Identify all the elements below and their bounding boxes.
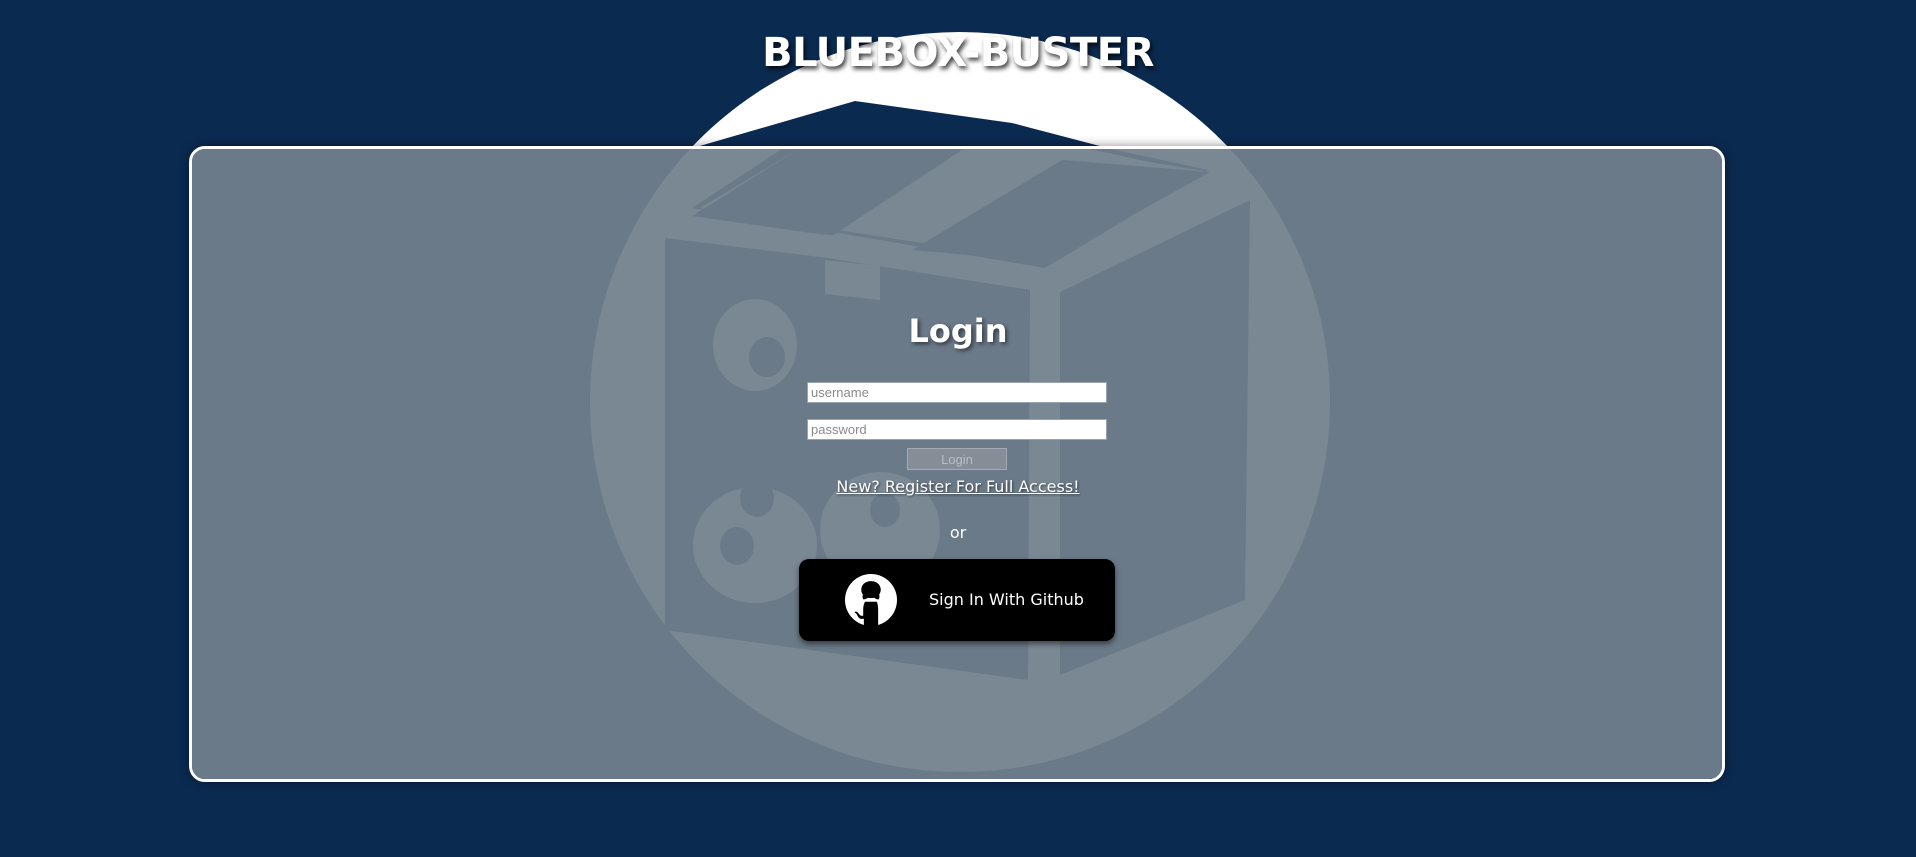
github-signin-label: Sign In With Github <box>929 590 1084 609</box>
password-input[interactable] <box>807 419 1107 440</box>
or-separator: or <box>949 523 967 542</box>
app-title: BLUEBOX-BUSTER <box>762 30 1154 76</box>
register-link[interactable]: New? Register For Full Access! <box>836 477 1079 496</box>
login-heading: Login <box>908 312 1008 350</box>
login-page: BLUEBOX-BUSTER Login username Login New?… <box>0 0 1916 857</box>
github-signin-button[interactable]: Sign In With Github <box>799 559 1115 641</box>
login-button[interactable]: Login <box>907 448 1007 470</box>
github-icon <box>845 574 897 626</box>
username-input[interactable] <box>807 382 1107 403</box>
login-panel: Login Login New? Register For Full Acces… <box>189 146 1725 782</box>
register-link-row: New? Register For Full Access! <box>192 477 1722 496</box>
